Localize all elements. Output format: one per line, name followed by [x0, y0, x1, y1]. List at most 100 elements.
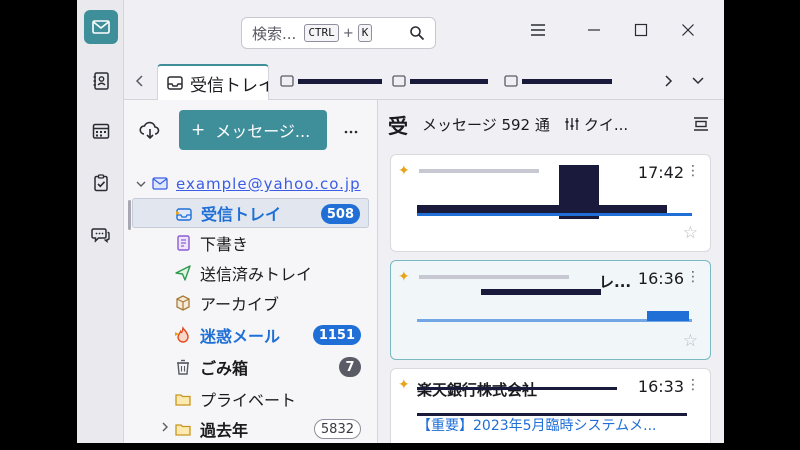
all-tabs-button[interactable] — [690, 71, 706, 91]
maximize-icon — [634, 23, 648, 37]
search-placeholder: 検索... — [252, 24, 297, 43]
title-bar: 検索... CTRL + K — [124, 0, 724, 62]
redacted-tab-title — [522, 79, 612, 84]
pane-splitter-handle[interactable] — [128, 200, 131, 230]
redacted-subject-line — [417, 213, 692, 216]
star-icon[interactable]: ☆ — [683, 331, 698, 351]
calendar-space-button[interactable] — [84, 114, 118, 148]
account-icon — [152, 177, 168, 190]
folder-name: 送信済みトレイ — [200, 265, 313, 284]
folder-trash[interactable]: ごみ箱 7 — [132, 352, 369, 382]
minimize-icon — [588, 29, 600, 31]
write-message-button[interactable]: + メッセージ... — [179, 110, 327, 150]
account-row[interactable]: example@yahoo.co.jp — [136, 172, 369, 196]
unread-sparkle-icon: ✦ — [398, 163, 410, 179]
tasks-space-button[interactable] — [84, 166, 118, 200]
folder-name: ごみ箱 — [200, 359, 249, 378]
unread-count-badge: 508 — [320, 204, 360, 224]
message-subject: 【重要】2023年5月臨時システムメ... — [417, 418, 657, 434]
message-card[interactable]: ✦ 17:42 ⋮ ☆ — [390, 154, 711, 252]
message-time: 17:42 — [637, 163, 684, 182]
tasks-icon — [94, 174, 108, 192]
address-book-icon — [93, 72, 109, 90]
folder-past-years[interactable]: 過去年 5832 — [132, 414, 369, 443]
app-menu-button[interactable] — [528, 20, 548, 40]
folder-name: 過去年 — [200, 421, 249, 440]
get-messages-icon[interactable] — [138, 118, 162, 142]
redacted-sender — [419, 169, 539, 173]
folder-icon — [175, 394, 191, 406]
chevron-down-icon — [692, 77, 704, 85]
star-icon[interactable]: ☆ — [683, 223, 698, 243]
close-window-button[interactable] — [678, 20, 698, 40]
more-options-icon[interactable]: ⋮ — [686, 377, 700, 393]
redaction-strike — [417, 387, 617, 390]
chevron-right-icon[interactable] — [160, 421, 170, 433]
folder-name: 受信トレイ — [201, 205, 282, 224]
message-list-pane: 受 メッセージ 592 通 クイ... ✦ 17:42 ⋮ ☆ ✦ レ... 1… — [378, 100, 724, 443]
minimize-button[interactable] — [584, 20, 604, 40]
quick-filter-icon[interactable] — [564, 116, 580, 132]
list-display-options-icon[interactable] — [692, 115, 710, 133]
write-message-label: メッセージ... — [215, 122, 311, 141]
send-icon — [175, 265, 191, 281]
redacted-subject — [647, 311, 689, 321]
message-card[interactable]: ✦ 楽天銀行株式会社 16:33 ⋮ 【重要】2023年5月臨時システムメ... — [390, 368, 711, 443]
message-tab-icon — [504, 75, 518, 87]
hamburger-menu-icon — [531, 24, 545, 36]
search-icon[interactable] — [409, 25, 425, 41]
message-count: メッセージ 592 通 — [422, 115, 550, 134]
folder-name: 迷惑メール — [200, 327, 281, 346]
redacted-tab-title — [410, 79, 488, 84]
maximize-button[interactable] — [631, 20, 651, 40]
message-card-selected[interactable]: ✦ レ... 16:36 ⋮ ☆ — [390, 260, 711, 360]
trash-icon — [177, 359, 189, 375]
drafts-icon — [177, 235, 190, 251]
message-tab-icon — [280, 75, 294, 87]
more-options-icon[interactable]: ⋮ — [686, 269, 700, 285]
more-options-icon[interactable]: ⋮ — [686, 163, 700, 179]
message-time: 16:36 — [637, 269, 684, 288]
tab-message-3[interactable] — [504, 68, 616, 94]
tab-scroll-left-button[interactable] — [132, 71, 148, 91]
chevron-left-icon — [135, 75, 143, 87]
folder-pane-menu-button[interactable] — [341, 120, 361, 140]
junk-fire-icon — [175, 326, 189, 343]
message-tab-icon — [392, 75, 406, 87]
tab-message-2[interactable] — [392, 68, 494, 94]
folder-private[interactable]: プライベート — [132, 384, 369, 414]
shortcut-plus: + — [342, 25, 354, 41]
folder-name: アーカイブ — [200, 295, 280, 314]
global-search-box[interactable]: 検索... CTRL + K — [241, 17, 436, 49]
folder-archive[interactable]: アーカイブ — [132, 288, 369, 318]
message-time: 16:33 — [637, 377, 684, 396]
redacted-sender — [419, 275, 569, 279]
inbox-icon — [176, 208, 192, 221]
folder-sent[interactable]: 送信済みトレイ — [132, 258, 369, 288]
tab-message-1[interactable] — [280, 68, 382, 94]
tab-inbox[interactable]: 受信トレイ — [157, 64, 269, 100]
address-book-space-button[interactable] — [84, 64, 118, 98]
redacted-subject — [417, 205, 667, 213]
inbox-tab-icon — [167, 76, 183, 90]
unread-count-badge: 1151 — [312, 325, 361, 345]
plus-icon: + — [191, 120, 206, 140]
folder-name: 下書き — [200, 235, 249, 254]
folder-inbox[interactable]: 受信トレイ 508 — [132, 198, 369, 228]
tab-scroll-right-button[interactable] — [660, 71, 676, 91]
mail-space-button[interactable] — [84, 10, 118, 44]
quick-filter-label[interactable]: クイ... — [584, 114, 628, 135]
unread-count-badge: 7 — [339, 357, 361, 377]
folder-drafts[interactable]: 下書き — [132, 228, 369, 258]
chat-space-button[interactable] — [84, 218, 118, 252]
folder-pane: + メッセージ... example@yahoo.co.jp 受信トレイ 508… — [124, 100, 378, 443]
folder-icon — [175, 424, 191, 436]
folder-junk[interactable]: 迷惑メール 1151 — [132, 320, 369, 350]
message-sender-tail: レ... — [599, 273, 632, 291]
close-icon — [682, 24, 694, 36]
chevron-down-icon[interactable] — [136, 178, 152, 191]
total-count-badge: 5832 — [313, 419, 361, 439]
redacted-block — [481, 289, 601, 295]
calendar-icon — [92, 123, 110, 139]
account-name: example@yahoo.co.jp — [176, 175, 361, 193]
